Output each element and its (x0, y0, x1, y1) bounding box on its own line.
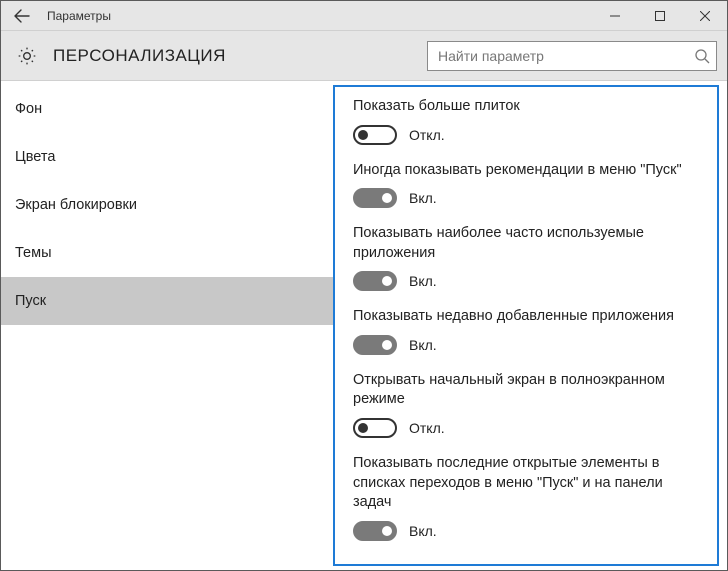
toggle-row: Вкл. (353, 271, 699, 291)
setting-fullscreen-start: Открывать начальный экран в полноэкранно… (353, 371, 699, 438)
toggle-most-used[interactable] (353, 271, 397, 291)
settings-gear-icon (13, 46, 41, 66)
toggle-state-text: Откл. (409, 420, 445, 436)
sidebar-item-colors[interactable]: Цвета (1, 133, 333, 181)
setting-jumplists: Показывать последние открытые элементы в… (353, 454, 699, 541)
toggle-suggestions[interactable] (353, 188, 397, 208)
sidebar-item-label: Фон (15, 101, 42, 117)
minimize-button[interactable] (592, 1, 637, 31)
content-panel: Показать больше плиток Откл. Иногда пока… (333, 85, 719, 566)
toggle-state-text: Вкл. (409, 523, 437, 539)
setting-label: Показывать последние открытые элементы в… (353, 454, 699, 513)
maximize-button[interactable] (637, 1, 682, 31)
setting-label: Показывать недавно добавленные приложени… (353, 307, 699, 327)
main-area: Фон Цвета Экран блокировки Темы Пуск Пок… (1, 81, 727, 570)
back-button[interactable] (1, 1, 43, 31)
setting-recently-added: Показывать недавно добавленные приложени… (353, 307, 699, 355)
search-icon (694, 48, 710, 64)
toggle-recently-added[interactable] (353, 335, 397, 355)
sidebar-item-start[interactable]: Пуск (1, 277, 333, 325)
maximize-icon (655, 11, 665, 21)
setting-label: Показать больше плиток (353, 97, 699, 117)
arrow-left-icon (14, 8, 30, 24)
sidebar-item-lockscreen[interactable]: Экран блокировки (1, 181, 333, 229)
toggle-row: Вкл. (353, 188, 699, 208)
setting-more-tiles: Показать больше плиток Откл. (353, 97, 699, 145)
toggle-row: Откл. (353, 125, 699, 145)
setting-most-used: Показывать наиболее часто используемые п… (353, 224, 699, 291)
window-controls (592, 1, 727, 31)
toggle-state-text: Вкл. (409, 273, 437, 289)
titlebar: Параметры (1, 1, 727, 31)
minimize-icon (610, 11, 620, 21)
page-title: ПЕРСОНАЛИЗАЦИЯ (53, 46, 226, 66)
sidebar-item-label: Пуск (15, 293, 46, 309)
close-icon (700, 11, 710, 21)
setting-suggestions: Иногда показывать рекомендации в меню "П… (353, 161, 699, 209)
toggle-row: Вкл. (353, 335, 699, 355)
sidebar-item-label: Экран блокировки (15, 197, 137, 213)
toggle-jumplists[interactable] (353, 521, 397, 541)
window-title: Параметры (47, 9, 111, 23)
toggle-row: Вкл. (353, 521, 699, 541)
toggle-state-text: Откл. (409, 127, 445, 143)
sidebar-item-background[interactable]: Фон (1, 85, 333, 133)
sidebar: Фон Цвета Экран блокировки Темы Пуск (1, 81, 333, 570)
setting-label: Показывать наиболее часто используемые п… (353, 224, 699, 263)
sidebar-item-label: Цвета (15, 149, 55, 165)
toggle-state-text: Вкл. (409, 190, 437, 206)
sidebar-item-label: Темы (15, 245, 52, 261)
toggle-fullscreen-start[interactable] (353, 418, 397, 438)
sidebar-item-themes[interactable]: Темы (1, 229, 333, 277)
toggle-state-text: Вкл. (409, 337, 437, 353)
toggle-more-tiles[interactable] (353, 125, 397, 145)
setting-label: Иногда показывать рекомендации в меню "П… (353, 161, 699, 181)
toggle-row: Откл. (353, 418, 699, 438)
close-button[interactable] (682, 1, 727, 31)
header: ПЕРСОНАЛИЗАЦИЯ (1, 31, 727, 81)
search-input[interactable] (438, 48, 694, 64)
setting-label: Открывать начальный экран в полноэкранно… (353, 371, 699, 410)
search-box[interactable] (427, 41, 717, 71)
